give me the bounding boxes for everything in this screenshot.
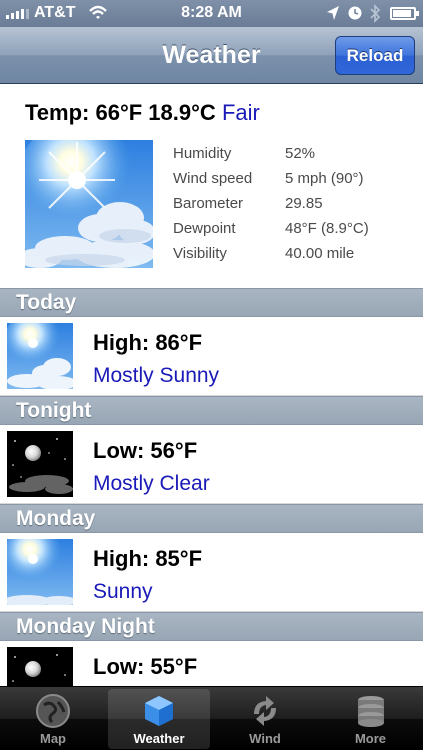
forecast-row-tonight[interactable]: Low: 56°F Mostly Clear xyxy=(0,425,423,504)
forecast-condition: Mostly Clear xyxy=(93,472,210,495)
detail-row-dewpoint: Dewpoint 48°F (8.9°C) xyxy=(173,217,369,242)
detail-row-visibility: Visibility 40.00 mile xyxy=(173,242,369,267)
navigation-bar: Weather Reload xyxy=(0,27,423,84)
detail-value: 5 mph (90°) xyxy=(285,170,364,187)
battery-icon xyxy=(390,7,419,20)
detail-label: Humidity xyxy=(173,145,232,162)
tab-weather[interactable]: Weather xyxy=(108,689,210,749)
alarm-clock-icon xyxy=(348,6,362,20)
globe-icon xyxy=(36,694,70,728)
forecast-row-monday[interactable]: High: 85°F Sunny xyxy=(0,533,423,612)
detail-value: 48°F (8.9°C) xyxy=(285,220,369,237)
night-moon-icon xyxy=(7,431,73,497)
tab-more[interactable]: More xyxy=(320,689,421,749)
forecast-temperature: Low: 55°F xyxy=(93,654,198,679)
section-header-monday: Monday xyxy=(0,504,423,533)
tab-map[interactable]: Map xyxy=(2,689,104,749)
forecast-temperature: Low: 56°F xyxy=(93,438,198,463)
tab-label: Weather xyxy=(133,731,185,746)
detail-label: Barometer xyxy=(173,195,244,212)
reload-button[interactable]: Reload xyxy=(335,36,415,75)
current-condition: Fair xyxy=(221,100,260,125)
detail-row-wind-speed: Wind speed 5 mph (90°) xyxy=(173,167,369,192)
status-bar: AT&T 8:28 AM xyxy=(0,0,423,27)
detail-value: 40.00 mile xyxy=(285,245,355,262)
mostly-sunny-icon xyxy=(7,323,73,389)
detail-value: 29.85 xyxy=(285,195,323,212)
detail-label: Dewpoint xyxy=(173,220,236,237)
sunny-cloud-icon xyxy=(25,140,153,268)
forecast-condition: Mostly Sunny xyxy=(93,364,220,387)
section-header-tonight: Tonight xyxy=(0,396,423,425)
refresh-arrows-icon xyxy=(254,696,276,726)
details-list: Humidity 52% Wind speed 5 mph (90°) Baro… xyxy=(173,142,369,267)
temperature-value: Temp: 66°F 18.9°C xyxy=(25,100,216,125)
current-conditions: Temp: 66°F 18.9°C Fair Humidity 52% Wind… xyxy=(0,85,423,288)
bluetooth-icon xyxy=(370,4,381,23)
cube-icon xyxy=(145,696,173,726)
tab-label: Wind xyxy=(249,731,281,746)
forecast-row-today[interactable]: High: 86°F Mostly Sunny xyxy=(0,317,423,396)
detail-label: Wind speed xyxy=(173,170,253,187)
current-temperature: Temp: 66°F 18.9°C Fair xyxy=(25,100,260,126)
location-arrow-icon xyxy=(327,6,339,20)
detail-value: 52% xyxy=(285,145,316,162)
forecast-condition: Sunny xyxy=(93,580,153,603)
tab-wind[interactable]: Wind xyxy=(214,689,316,749)
section-header-monday-night: Monday Night xyxy=(0,612,423,641)
tab-label: More xyxy=(354,731,387,746)
section-header-today: Today xyxy=(0,288,423,317)
forecast-temperature: High: 85°F xyxy=(93,546,203,571)
tab-bar: Map Weather Wind More xyxy=(0,686,423,750)
forecast-temperature: High: 86°F xyxy=(93,330,203,355)
sunny-icon xyxy=(7,539,73,605)
detail-row-humidity: Humidity 52% xyxy=(173,142,369,167)
database-stack-icon xyxy=(357,696,384,727)
detail-row-barometer: Barometer 29.85 xyxy=(173,192,369,217)
detail-label: Visibility xyxy=(173,245,227,262)
tab-label: Map xyxy=(40,731,66,746)
